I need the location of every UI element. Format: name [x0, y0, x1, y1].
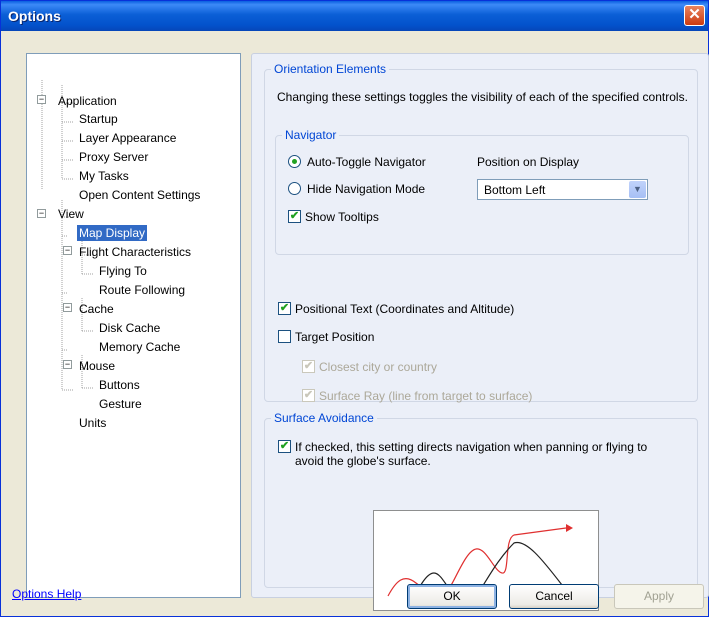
tree-item-startup[interactable]: Startup	[77, 111, 120, 127]
arrow-right-icon	[566, 524, 573, 532]
position-dropdown-value: Bottom Left	[484, 183, 546, 197]
orientation-legend: Orientation Elements	[274, 62, 387, 76]
expander-mouse[interactable]: −	[63, 360, 72, 369]
collapse-icon: −	[64, 359, 71, 369]
surface-avoidance-legend: Surface Avoidance	[274, 411, 374, 425]
tree-item-route-following[interactable]: Route Following	[97, 282, 187, 298]
auto-toggle-navigator-label[interactable]: Auto-Toggle Navigator	[307, 155, 426, 169]
tree-item-buttons[interactable]: Buttons	[97, 377, 142, 393]
settings-panel: Orientation Elements Changing these sett…	[251, 53, 709, 611]
position-dropdown[interactable]: Bottom Left ▼	[477, 179, 648, 200]
expander-application[interactable]: −	[37, 95, 46, 104]
options-tree[interactable]: − Application Startup Layer Appearance P…	[26, 53, 241, 598]
position-on-display-label: Position on Display	[477, 155, 580, 169]
ok-button[interactable]: OK	[407, 584, 497, 609]
options-dialog: Options ✕ − Application Startup Layer Ap…	[0, 0, 709, 617]
positional-text-checkbox[interactable]: ✔	[278, 302, 291, 315]
closest-city-label: Closest city or country	[319, 360, 438, 374]
tree-item-layer-appearance[interactable]: Layer Appearance	[77, 130, 178, 146]
window-title: Options	[8, 8, 61, 24]
tree-item-application[interactable]: Application	[56, 93, 119, 109]
auto-toggle-navigator-radio[interactable]	[288, 155, 301, 168]
expander-cache[interactable]: −	[63, 303, 72, 312]
tree-item-units[interactable]: Units	[77, 415, 108, 431]
positional-text-label[interactable]: Positional Text (Coordinates and Altitud…	[295, 302, 514, 316]
apply-button[interactable]: Apply	[614, 584, 704, 609]
target-position-checkbox[interactable]	[278, 330, 291, 343]
check-icon: ✔	[289, 210, 300, 222]
cancel-button[interactable]: Cancel	[509, 584, 599, 609]
hide-navigation-mode-label[interactable]: Hide Navigation Mode	[307, 182, 425, 196]
tree-item-proxy-server[interactable]: Proxy Server	[77, 149, 150, 165]
radio-selected-dot	[292, 159, 297, 164]
check-icon: ✔	[303, 389, 314, 401]
dialog-body: − Application Startup Layer Appearance P…	[4, 31, 709, 614]
tree-item-open-content-settings[interactable]: Open Content Settings	[77, 187, 202, 203]
options-help-link[interactable]: Options Help	[12, 587, 81, 601]
check-icon: ✔	[279, 302, 290, 314]
navigator-legend: Navigator	[285, 128, 337, 142]
tree-item-view[interactable]: View	[56, 206, 86, 222]
surface-avoidance-description[interactable]: If checked, this setting directs navigat…	[295, 440, 655, 468]
tree-item-my-tasks[interactable]: My Tasks	[77, 168, 131, 184]
navigator-group: Navigator Auto-Toggle Navigator Position…	[275, 128, 689, 255]
collapse-icon: −	[38, 94, 45, 104]
avoidance-path-red-upper	[501, 527, 567, 574]
tree-item-memory-cache[interactable]: Memory Cache	[97, 339, 182, 355]
close-button[interactable]: ✕	[684, 5, 705, 26]
collapse-icon: −	[38, 208, 45, 218]
check-icon: ✔	[279, 440, 290, 452]
check-icon: ✔	[303, 360, 314, 372]
tree-item-flying-to[interactable]: Flying To	[97, 263, 149, 279]
closest-city-checkbox[interactable]: ✔	[302, 360, 315, 373]
show-tooltips-checkbox[interactable]: ✔	[288, 210, 301, 223]
surface-ray-label: Surface Ray (line from target to surface…	[319, 389, 533, 403]
orientation-description: Changing these settings toggles the visi…	[277, 90, 688, 104]
surface-avoidance-group: Surface Avoidance ✔ If checked, this set…	[264, 411, 698, 611]
collapse-icon: −	[64, 245, 71, 255]
expander-view[interactable]: −	[37, 209, 46, 218]
tree-item-cache[interactable]: Cache	[77, 301, 116, 317]
collapse-icon: −	[64, 302, 71, 312]
show-tooltips-label[interactable]: Show Tooltips	[305, 210, 379, 224]
surface-ray-checkbox[interactable]: ✔	[302, 389, 315, 402]
close-icon: ✕	[688, 6, 701, 23]
orientation-elements-group: Orientation Elements Changing these sett…	[264, 62, 698, 403]
expander-flight-characteristics[interactable]: −	[63, 246, 72, 255]
surface-avoidance-checkbox[interactable]: ✔	[278, 440, 291, 453]
tree-item-disk-cache[interactable]: Disk Cache	[97, 320, 162, 336]
chevron-down-icon[interactable]: ▼	[629, 181, 646, 198]
target-position-label[interactable]: Target Position	[295, 330, 374, 344]
tree-item-flight-characteristics[interactable]: Flight Characteristics	[77, 244, 193, 260]
tree-item-gesture[interactable]: Gesture	[97, 396, 144, 412]
title-bar[interactable]: Options ✕	[1, 1, 708, 31]
hide-navigation-mode-radio[interactable]	[288, 182, 301, 195]
tree-item-mouse[interactable]: Mouse	[77, 358, 117, 374]
tree-item-map-display[interactable]: Map Display	[77, 225, 148, 241]
